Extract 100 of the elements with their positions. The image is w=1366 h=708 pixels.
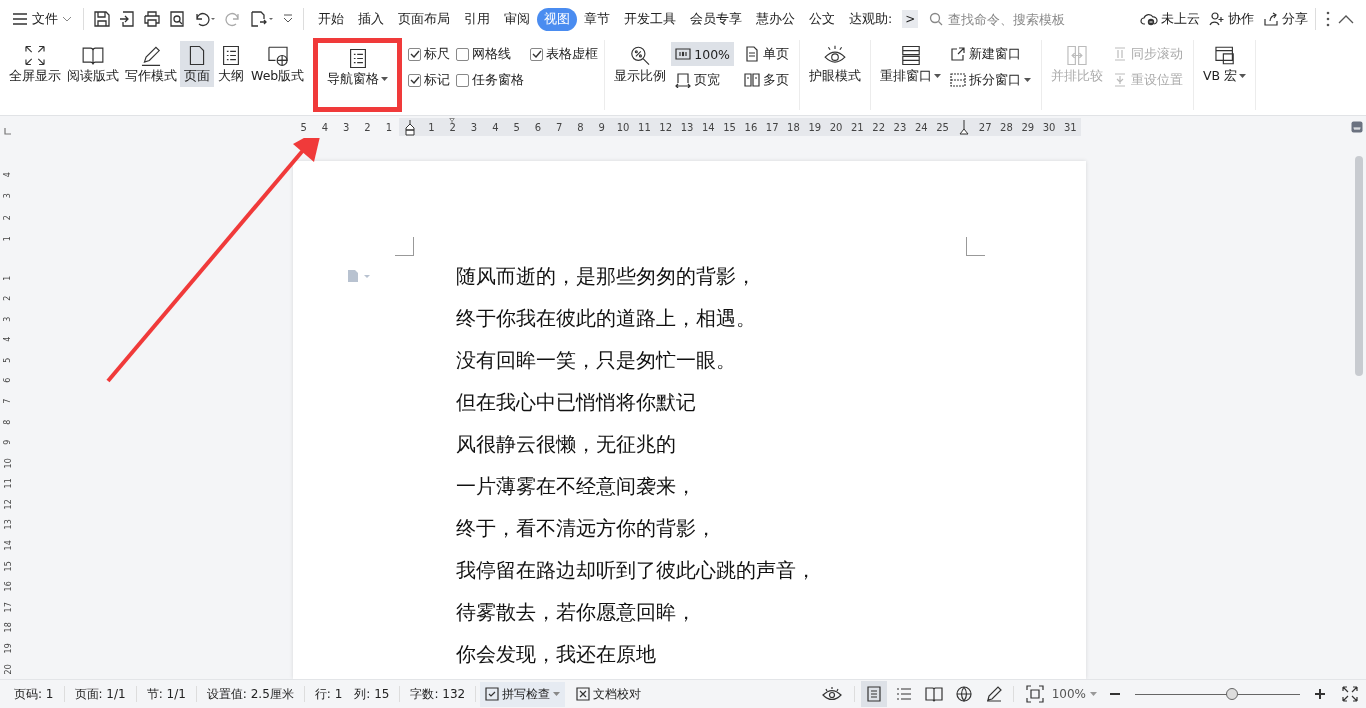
ruler-number: 5	[299, 122, 308, 134]
action-button[interactable]: 协作	[1209, 10, 1254, 28]
ribbon-button[interactable]: 显示比例	[611, 41, 670, 87]
ribbon-button[interactable]: 护眼模式	[806, 41, 864, 87]
undo-icon[interactable]	[193, 10, 217, 28]
ribbon-tab[interactable]: 慧办公	[749, 7, 802, 31]
ribbon-tab[interactable]: 会员专享	[683, 7, 749, 31]
ruler-number: 15	[2, 560, 14, 571]
slider-thumb[interactable]	[1226, 688, 1239, 700]
ribbon-tab[interactable]: 开始	[311, 7, 351, 31]
ruler-toggle-icon[interactable]	[1351, 121, 1363, 133]
ribbon-button[interactable]: 单页	[740, 42, 793, 66]
ribbon-tab[interactable]: 审阅	[497, 7, 537, 31]
eye-protection-icon[interactable]	[821, 686, 842, 702]
checkbox[interactable]	[530, 47, 544, 61]
page-view-icon	[864, 685, 883, 703]
ribbon-button[interactable]: 多页	[740, 68, 793, 92]
status-button[interactable]: 文档校对	[571, 681, 647, 707]
ribbon-tab[interactable]: 页面布局	[391, 7, 457, 31]
ruler-number: 13	[2, 519, 14, 530]
zoom-dropdown[interactable]: 100%	[1051, 687, 1097, 701]
more-options-icon[interactable]	[1325, 11, 1331, 27]
ruler-number: 10	[615, 122, 631, 134]
ribbon-tab[interactable]: 公文	[802, 7, 842, 31]
fullscreen-icon[interactable]	[1342, 686, 1358, 702]
split-window-icon	[950, 72, 966, 88]
ribbon-button[interactable]: 100%	[671, 42, 734, 66]
ruler-number: 17	[2, 602, 14, 613]
checkbox-label[interactable]: 任务窗格	[472, 71, 525, 89]
ribbon-button[interactable]: Web版式	[248, 41, 308, 87]
ruler-number: 3	[342, 122, 351, 134]
ruler-number: 8	[2, 419, 14, 425]
ruler-number: 2	[2, 295, 14, 301]
text-line: 待雾散去，若你愿意回眸，	[455, 600, 697, 625]
margin-corner-mark	[965, 237, 985, 256]
vertical-ruler[interactable]: 4 3 2 1 1 2 3 4 5 6 7 8 9 10 11 12 13 14 15 16 17 18 19 20	[0, 138, 16, 679]
search-field[interactable]: 查找命令、搜索模板	[929, 10, 1079, 28]
checkbox[interactable]	[408, 73, 422, 87]
fit-page-icon[interactable]	[1025, 685, 1044, 703]
text-line: 终于，看不清远方你的背影，	[455, 516, 717, 541]
ruler-number: 1	[2, 236, 14, 242]
ruler-number: 4	[2, 337, 14, 343]
status-text: 设置值: 2.5厘米	[205, 685, 295, 703]
collapse-ribbon-icon[interactable]	[1338, 14, 1354, 24]
ribbon-tab[interactable]: 达观助:	[842, 7, 900, 31]
status-text: 页面: 1/1	[73, 685, 127, 703]
action-button[interactable]: 未上云	[1140, 10, 1200, 28]
ruler-number: 13	[679, 122, 695, 134]
ruler-number: 16	[2, 581, 14, 592]
checkbox-label[interactable]: 网格线	[472, 45, 512, 63]
print-preview-icon[interactable]	[168, 10, 186, 28]
ruler-number: 7	[555, 122, 564, 134]
ruler-number: 11	[637, 122, 652, 134]
ribbon-button[interactable]: 导航窗格	[324, 44, 392, 90]
print-icon[interactable]	[143, 10, 161, 28]
first-line-indent-icon[interactable]	[447, 118, 457, 123]
reset-position-icon	[1112, 72, 1128, 88]
checkbox-label[interactable]: 表格虚框	[546, 45, 599, 63]
zoom-in-icon[interactable]	[1314, 688, 1326, 700]
ribbon-button[interactable]: 页面	[180, 41, 214, 87]
cloud-icon	[1140, 12, 1158, 26]
actual-size-icon	[675, 46, 692, 62]
right-indent-marker-icon[interactable]	[958, 120, 969, 136]
ruler-number: 7	[2, 398, 14, 404]
ribbon-tab[interactable]: 章节	[577, 7, 617, 31]
ribbon-button[interactable]: 重排窗口	[877, 41, 944, 87]
ribbon-button[interactable]: 新建窗口	[946, 42, 1035, 66]
save-icon[interactable]	[93, 10, 111, 28]
action-button[interactable]: 分享	[1263, 10, 1308, 28]
checkbox[interactable]	[456, 47, 470, 61]
ruler-number: 2	[363, 122, 372, 134]
checkbox[interactable]	[408, 47, 422, 61]
status-button[interactable]: 拼写检查	[480, 681, 566, 707]
ribbon-button[interactable]: VB 宏	[1200, 41, 1250, 87]
ribbon-button[interactable]: 大纲	[214, 41, 248, 87]
book-icon	[79, 44, 107, 67]
file-menu[interactable]: 文件	[8, 10, 76, 28]
export-icon[interactable]	[118, 10, 136, 28]
checkbox-label[interactable]: 标记	[424, 71, 451, 89]
ruler-number: 24	[913, 122, 929, 134]
ribbon-button[interactable]: 写作模式	[122, 41, 180, 87]
ribbon-button[interactable]: 拆分窗口	[946, 68, 1035, 92]
caret-icon	[553, 691, 561, 697]
checkbox-label[interactable]: 标尺	[424, 45, 451, 63]
ruler-number: 10	[2, 457, 14, 469]
ribbon-tab[interactable]: 插入	[351, 7, 391, 31]
ribbon-button[interactable]: 页宽	[671, 68, 734, 92]
text-line: 但在我心中已悄悄将你默记	[455, 390, 697, 415]
ribbon-tab[interactable]: 开发工具	[617, 7, 683, 31]
ruler-number: 14	[700, 122, 716, 134]
search-icon	[929, 12, 944, 26]
more-tabs-button[interactable]: >	[902, 10, 919, 28]
left-indent-marker-icon[interactable]	[405, 120, 416, 136]
ribbon-button[interactable]: 全屏显示	[6, 41, 64, 87]
ribbon-button[interactable]: 阅读版式	[64, 41, 122, 87]
customize-icon[interactable]	[282, 13, 294, 25]
two-pages-icon	[744, 72, 760, 88]
checkbox[interactable]	[456, 73, 470, 87]
ruler-number: 19	[807, 122, 823, 134]
ribbon-tab[interactable]: 引用	[457, 7, 497, 31]
